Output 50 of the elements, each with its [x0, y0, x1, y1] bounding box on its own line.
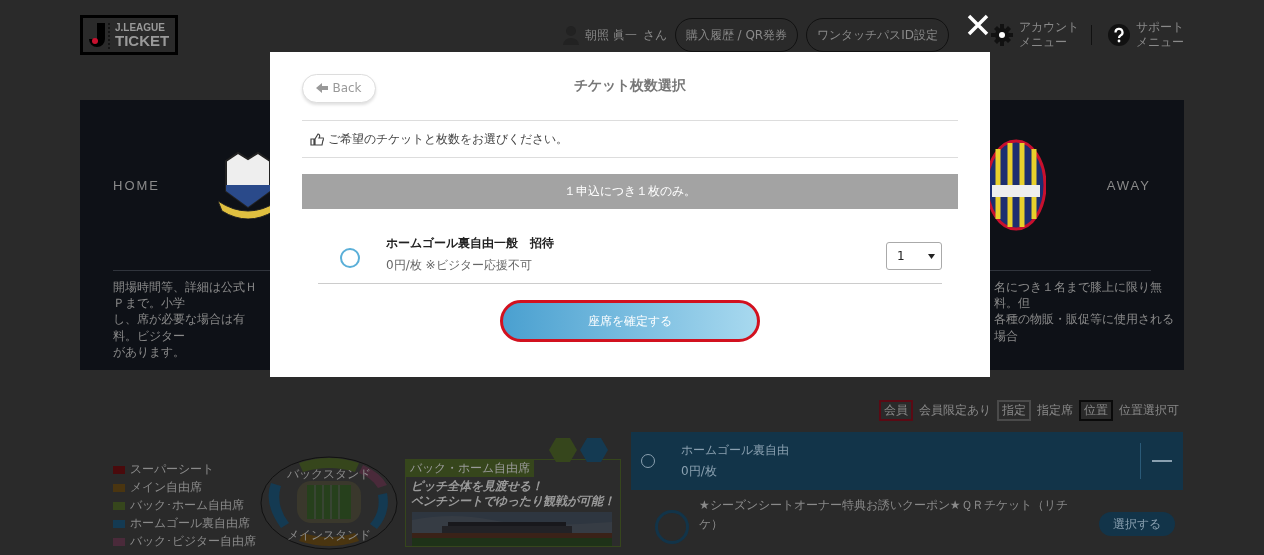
note-text: があります。	[113, 343, 186, 360]
note-text: 名につき１名まで膝上に限り無料。但	[994, 279, 1163, 312]
note-text: 開場時間等、詳細は公式ＨＰまで。小学	[113, 279, 258, 312]
settings-icon	[991, 24, 1013, 46]
mark-badge: 会員	[879, 400, 913, 421]
away-label: AWAY	[1105, 177, 1151, 193]
help-icon	[1108, 24, 1130, 46]
stand-label: メインスタンド	[287, 528, 371, 542]
back-button[interactable]: Back	[302, 73, 376, 103]
legend-label: スーパーシート	[130, 461, 214, 478]
header-button[interactable]: 購入履歴 / QR発券	[674, 18, 799, 52]
radio-button[interactable]	[655, 510, 689, 544]
note-text: し、席が必要な場合は有料。ビジター	[113, 311, 246, 344]
promo-tag: バック・ホーム自由席	[406, 460, 534, 477]
mark-label: 位置選択可	[1119, 402, 1179, 419]
ticket-name: ホームゴール裏自由一般 招待	[386, 234, 555, 252]
quantity-select[interactable]: 1	[886, 242, 942, 270]
close-icon[interactable]	[967, 14, 989, 36]
section-price: 0円/枚	[681, 463, 718, 480]
menu-link[interactable]: サポート メニュー	[1108, 20, 1184, 50]
notice-bar: １申込につき１枚のみ。	[302, 174, 958, 209]
instruction-text: ご希望のチケットと枚数をお選びください。	[328, 130, 568, 148]
mark-label: 指定席	[1037, 402, 1073, 419]
legend-label: バック･ビジター自由席	[130, 533, 256, 550]
user-suffix: さん	[642, 26, 667, 44]
header-button[interactable]: ワンタッチパスID設定	[806, 18, 949, 52]
select-button[interactable]: 選択する	[1099, 512, 1175, 536]
logo[interactable]: J.LEAGUE TICKET	[80, 15, 179, 55]
section-name: ホームゴール裏自由	[681, 442, 790, 459]
note-text: 各種の物販・販促等に使用される場合	[994, 311, 1175, 344]
legend-label: メイン自由席	[130, 479, 202, 496]
thumbs-up-icon	[310, 132, 324, 146]
arrow-left-icon	[316, 83, 329, 93]
promo-headline: ピッチ全体を見渡せる！ ベンチシートでゆったり観戦が可能！	[410, 478, 616, 509]
user-name: 朝照 眞一	[584, 26, 637, 44]
dialog-title: チケット枚数選択	[574, 77, 686, 95]
dropdown-icon	[928, 253, 935, 259]
mark-badge: 位置	[1079, 400, 1113, 421]
hexagon-badge-icon	[580, 438, 608, 462]
radio-button[interactable]	[340, 248, 360, 268]
menu-link[interactable]: アカウント メニュー	[991, 20, 1079, 50]
stand-label: バックスタンド	[287, 467, 371, 481]
home-label: HOME	[113, 177, 161, 193]
mark-label: 会員限定あり	[919, 402, 991, 419]
mark-badge: 指定	[997, 400, 1031, 421]
seat-section-header[interactable]: ホームゴール裏自由 0円/枚	[631, 432, 1183, 490]
legend-label: バック･ホーム自由席	[130, 497, 244, 514]
ticket-note: 0円/枚 ※ビジター応援不可	[386, 256, 533, 274]
legend-label: ホームゴール裏自由席	[130, 515, 250, 532]
offer-name: ★シーズンシートオーナー特典お誘いクーポン★ＱＲチケット（リチケ）	[699, 497, 1069, 534]
